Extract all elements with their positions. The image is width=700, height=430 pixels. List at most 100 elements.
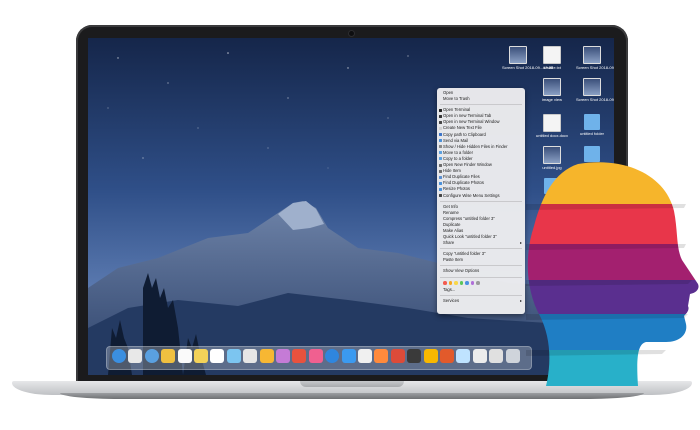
dock-app-icon[interactable] — [259, 349, 274, 363]
laptop-base-shadow — [60, 393, 644, 399]
menu-separator — [440, 265, 522, 267]
desktop-icon-untitled-folder[interactable]: untitled folder — [576, 114, 608, 136]
dock-app-icon[interactable] — [194, 349, 208, 363]
menu-item-label: Create New Text File — [443, 125, 482, 131]
desktop-icon-screenshot-3[interactable]: Screen Shot 2018-09...12.12 — [576, 78, 614, 102]
dock-app-icon[interactable] — [489, 349, 504, 363]
desktop-icon-screenshot-2[interactable]: Screen Shot 2018-09...13.40 — [576, 46, 614, 70]
dock-app-icon[interactable] — [112, 349, 126, 363]
desktop-icon-untitled-docx[interactable]: untitled docx.docx — [536, 114, 568, 138]
menu-item-icon — [439, 187, 442, 191]
menu-item-icon — [439, 163, 442, 167]
menu-item[interactable]: Show View Options — [437, 268, 525, 274]
dock-app-icon[interactable] — [161, 349, 176, 363]
menu-item[interactable]: Share ▸ — [437, 240, 525, 246]
dock-app-icon[interactable] — [374, 349, 389, 363]
dock-app-icon[interactable] — [276, 349, 290, 363]
tag-color-dot[interactable] — [470, 281, 474, 285]
dock-app-icon[interactable] — [472, 349, 487, 363]
menu-item-label: Open in new Terminal Tab — [443, 113, 492, 119]
laptop-notch — [300, 381, 404, 387]
dock-app-icon[interactable] — [308, 349, 323, 363]
menu-item-label: Copy to a folder — [443, 155, 473, 161]
menu-separator — [440, 276, 522, 278]
menu-item-label: Show View Options — [443, 268, 480, 274]
menu-item-label: Duplicate — [443, 221, 461, 227]
logo-layer-red — [527, 204, 699, 244]
document-icon — [543, 114, 561, 132]
tag-color-dot[interactable] — [448, 281, 452, 285]
screenshot-thumbnail — [583, 78, 601, 96]
dock-app-icon[interactable] — [341, 349, 356, 363]
menu-item[interactable]: Configure Wise Menu Settings — [437, 193, 525, 199]
image-thumbnail — [543, 78, 561, 96]
dock-app-icon[interactable] — [144, 349, 159, 363]
desktop-icon-label: untitled docx.docx — [536, 133, 569, 138]
menu-item-label: Open in new Terminal Window — [443, 119, 500, 125]
menu-item-label: Find Duplicate Photos — [443, 180, 484, 186]
menu-item-label: Services — [443, 297, 460, 303]
menu-item-label: Get Info — [443, 203, 458, 209]
menu-item-label: Rename — [443, 209, 459, 215]
menu-item-icon — [439, 194, 442, 197]
menu-item-icon — [439, 133, 442, 137]
screenshot-thumbnail — [509, 46, 527, 64]
dock-app-icon[interactable] — [177, 349, 192, 363]
context-menu: Open Move to Trash Open Terminal Open in ne… — [437, 88, 525, 314]
desktop-icon-label: newfile.txt — [543, 65, 561, 70]
menu-item-label: Paste Item — [443, 257, 464, 263]
menu-item-icon — [439, 126, 442, 130]
wise-menu-logo — [526, 162, 699, 387]
menu-item-icon — [439, 169, 442, 173]
dock-app-icon[interactable] — [440, 349, 454, 363]
menu-item-label: Copy "untitled folder 3" — [443, 251, 486, 257]
menu-item-icon — [439, 151, 442, 155]
menu-separator — [440, 294, 522, 296]
menu-item[interactable]: Tags... — [437, 287, 525, 293]
tag-color-row — [437, 280, 525, 287]
menu-item-icon — [439, 157, 442, 161]
dock-app-icon[interactable] — [292, 349, 307, 363]
menu-item-label: Make Alias — [443, 227, 464, 233]
menu-item-icon — [439, 108, 442, 112]
dock-app-icon[interactable] — [226, 349, 241, 363]
menu-item-icon — [439, 145, 442, 149]
menu-item[interactable]: Move to Trash — [437, 96, 525, 102]
desktop-icon-newfile[interactable]: newfile.txt — [536, 46, 568, 70]
dock-app-icon[interactable] — [390, 349, 405, 363]
menu-item-label: Resize Photos — [443, 186, 470, 192]
desktop-icon-label: untitled folder — [579, 131, 604, 136]
tag-color-dot[interactable] — [454, 281, 458, 285]
tag-color-dot[interactable] — [465, 281, 469, 285]
desktop-icon-screenshot-1[interactable]: Screen Shot 2018-09...13.58 — [502, 46, 553, 70]
tag-color-dot[interactable] — [476, 281, 480, 285]
camera — [349, 31, 354, 36]
folder-icon — [584, 114, 600, 130]
menu-item[interactable]: Services ▸ — [437, 298, 525, 304]
menu-item-label: Show / Hide Hidden Files in Finder — [443, 143, 508, 149]
desktop-icon-label: Screen Shot 2018-09...12.12 — [576, 97, 614, 102]
menu-item[interactable]: Paste Item — [437, 257, 525, 263]
menu-item-icon — [439, 181, 442, 185]
dock-app-icon[interactable] — [128, 349, 143, 363]
menu-item-label: Share — [443, 240, 455, 246]
desktop-icon-label: image view — [541, 97, 562, 102]
dock-app-icon[interactable] — [407, 349, 422, 363]
menu-item-icon — [439, 175, 442, 179]
tag-color-dot[interactable] — [443, 281, 447, 285]
dock-app-icon[interactable] — [358, 349, 372, 363]
menu-separator — [440, 200, 522, 202]
menu-item-label: Tags... — [443, 286, 456, 292]
tag-color-dot[interactable] — [459, 281, 463, 285]
menu-item-label: Quick Look "untitled folder 3" — [443, 234, 497, 240]
menu-item-icon — [439, 139, 442, 143]
dock-app-icon[interactable] — [456, 349, 471, 363]
dock-app-icon[interactable] — [243, 349, 258, 363]
desktop-icon-image-view[interactable]: image view — [536, 78, 568, 102]
dock-app-icon[interactable] — [210, 349, 225, 363]
menu-item-label: Copy path to Clipboard — [443, 131, 486, 137]
logo-layer-yellow — [527, 162, 699, 204]
menu-separator — [440, 104, 522, 106]
dock-app-icon[interactable] — [423, 349, 438, 363]
menu-item-label: Open New Finder Window — [443, 162, 492, 168]
